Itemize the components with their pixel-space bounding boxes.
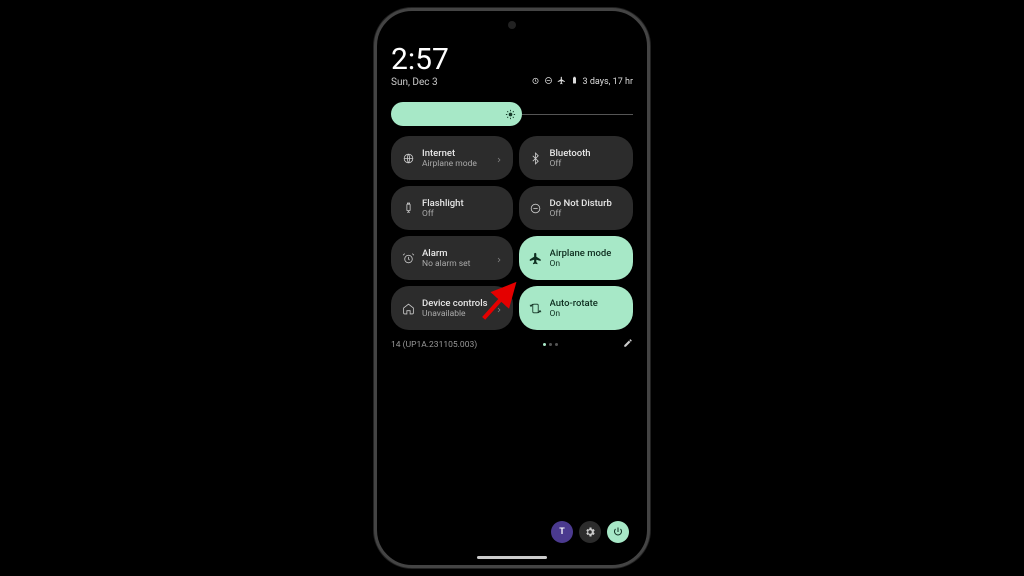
power-button[interactable] [607, 521, 629, 543]
status-row: 2:57 Sun, Dec 3 3 days, 17 hr [391, 45, 633, 88]
alarm-status-icon [531, 76, 540, 88]
tile-sub: Airplane mode [422, 159, 488, 169]
tile-title: Airplane mode [550, 248, 623, 259]
tile-internet[interactable]: InternetAirplane mode [391, 136, 513, 180]
tile-dnd[interactable]: Do Not DisturbOff [519, 186, 633, 230]
brightness-icon [505, 105, 516, 124]
tile-title: Device controls [422, 298, 488, 309]
edit-icon[interactable] [623, 338, 633, 351]
tile-title: Alarm [422, 248, 488, 259]
tile-sub: On [550, 259, 623, 269]
home-indicator[interactable] [477, 556, 547, 559]
plane-icon [529, 252, 543, 265]
tile-sub: On [550, 309, 623, 319]
tile-title: Bluetooth [550, 148, 623, 159]
status-icons: 3 days, 17 hr [531, 76, 633, 88]
phone-frame: 2:57 Sun, Dec 3 3 days, 17 hr InternetAi… [374, 8, 650, 568]
tile-title: Flashlight [422, 198, 503, 209]
tile-title: Do Not Disturb [550, 198, 623, 209]
tile-sub: No alarm set [422, 259, 488, 269]
chevron-right-icon [495, 249, 503, 268]
user-button[interactable]: T [551, 521, 573, 543]
dnd-status-icon [544, 76, 553, 88]
tile-flash[interactable]: FlashlightOff [391, 186, 513, 230]
tiles-grid: InternetAirplane modeBluetoothOffFlashli… [391, 136, 633, 330]
settings-button[interactable] [579, 521, 601, 543]
tile-sub: Off [422, 209, 503, 219]
pager-dot[interactable] [555, 343, 558, 346]
airplane-status-icon [557, 76, 566, 88]
pager-dot[interactable] [549, 343, 552, 346]
chevron-right-icon [495, 149, 503, 168]
brightness-slider[interactable] [391, 102, 633, 126]
pager-dot[interactable] [543, 343, 546, 346]
tile-sub: Off [550, 159, 623, 169]
tile-rotate[interactable]: Auto-rotateOn [519, 286, 633, 330]
dnd-icon [529, 202, 543, 215]
tile-device[interactable]: Device controlsUnavailable [391, 286, 513, 330]
rotate-icon [529, 302, 543, 315]
tile-airplane[interactable]: Airplane modeOn [519, 236, 633, 280]
tile-sub: Unavailable [422, 309, 488, 319]
pager-dots[interactable] [543, 343, 558, 346]
tile-title: Auto-rotate [550, 298, 623, 309]
battery-icon [570, 76, 579, 88]
qs-footer: 14 (UP1A.231105.003) [391, 338, 633, 351]
tile-alarm[interactable]: AlarmNo alarm set [391, 236, 513, 280]
tile-title: Internet [422, 148, 488, 159]
bottom-actions: T [551, 521, 629, 543]
flash-icon [401, 202, 415, 215]
tile-sub: Off [550, 209, 623, 219]
clock: 2:57 [391, 45, 449, 75]
globe-icon [401, 152, 415, 165]
tile-bluetooth[interactable]: BluetoothOff [519, 136, 633, 180]
chevron-right-icon [495, 299, 503, 318]
home-icon [401, 302, 415, 315]
quick-settings-panel: 2:57 Sun, Dec 3 3 days, 17 hr InternetAi… [377, 11, 647, 565]
date: Sun, Dec 3 [391, 77, 449, 88]
bt-icon [529, 152, 543, 165]
alarm-icon [401, 252, 415, 265]
battery-text: 3 days, 17 hr [583, 77, 633, 87]
build-text: 14 (UP1A.231105.003) [391, 340, 477, 350]
